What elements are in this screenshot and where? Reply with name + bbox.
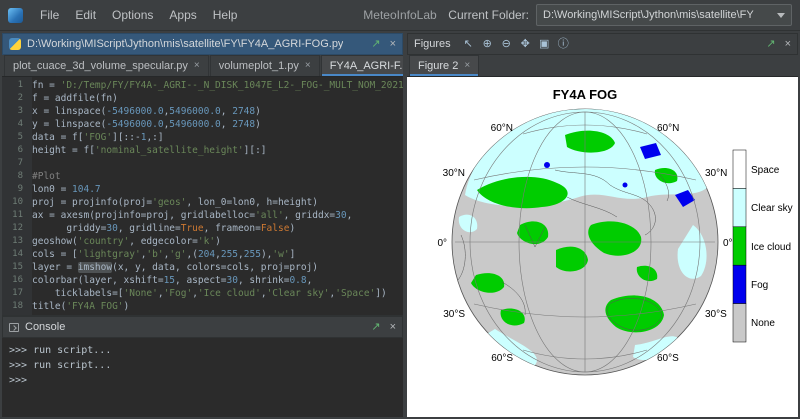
colorbar-label: None xyxy=(751,318,775,329)
editor-file-path: D:\Working\MIScript\Jython\mis\satellite… xyxy=(27,38,343,50)
close-panel-icon[interactable]: × xyxy=(390,322,396,333)
colorbar-segment xyxy=(733,188,746,226)
colorbar-segment xyxy=(733,227,746,265)
menu-edit[interactable]: Edit xyxy=(67,5,104,25)
code-line[interactable]: 1fn = 'D:/Temp/FY/FY4A-_AGRI--_N_DISK_10… xyxy=(2,79,403,92)
code-line[interactable]: 3x = linspace(-5496000.0,5496000.0, 2748… xyxy=(2,105,403,118)
python-file-icon xyxy=(9,38,21,50)
console-line: >>> xyxy=(9,373,396,388)
select-arrow-icon[interactable]: ↖ xyxy=(461,39,476,50)
tab-label: FY4A_AGRI-F... xyxy=(330,60,409,72)
figures-header: Figures ↖ ⊕ ⊖ ✥ ▣ ⓘ ↗ × xyxy=(407,33,798,55)
tab-volumeplot-1[interactable]: volumeplot_1.py × xyxy=(210,55,320,76)
tick-label: 30°N xyxy=(705,168,727,179)
menu-help[interactable]: Help xyxy=(205,5,246,25)
current-folder-combobox[interactable]: D:\Working\MIScript\Jython\mis\satellite… xyxy=(536,4,792,26)
zoom-in-icon[interactable]: ⊕ xyxy=(480,39,495,50)
code-line[interactable]: 7 xyxy=(2,157,403,170)
code-line[interactable]: 6height = f['nominal_satellite_height'][… xyxy=(2,144,403,157)
menu-apps[interactable]: Apps xyxy=(161,5,204,25)
menu-file[interactable]: File xyxy=(32,5,67,25)
code-line[interactable]: 17 ticklabels=['None','Fog','Ice cloud',… xyxy=(2,287,403,300)
close-panel-icon[interactable]: × xyxy=(785,39,791,50)
colorbar-segment xyxy=(733,265,746,303)
fy4a-fog-plot[interactable]: FY4A FOG xyxy=(407,77,796,417)
tick-label: 60°N xyxy=(657,123,679,134)
console-line: >>> run script... xyxy=(9,358,396,373)
editor-tabbar: plot_cuace_3d_volume_specular.py × volum… xyxy=(2,55,403,77)
code-line[interactable]: 11ax = axesm(projinfo=proj, gridlabelloc… xyxy=(2,209,403,222)
figures-toolbar: ↖ ⊕ ⊖ ✥ ▣ ⓘ xyxy=(461,39,571,50)
tab-figure-2[interactable]: Figure 2 × xyxy=(409,55,479,76)
menubar: File Edit Options Apps Help MeteoInfoLab… xyxy=(0,0,800,31)
colorbar-label: Fog xyxy=(751,280,768,291)
figures-tabbar: Figure 2 × xyxy=(407,55,798,77)
figure-title: FY4A FOG xyxy=(553,87,618,102)
console-icon xyxy=(9,323,19,332)
code-line[interactable]: 13geoshow('country', edgecolor='k') xyxy=(2,235,403,248)
close-icon[interactable]: × xyxy=(194,61,200,71)
console-header: Console ↗ × xyxy=(2,316,403,338)
colorbar-segment xyxy=(733,304,746,342)
colorbar-label: Clear sky xyxy=(751,203,793,214)
tick-label: 60°N xyxy=(491,123,513,134)
code-editor[interactable]: 1fn = 'D:/Temp/FY/FY4A-_AGRI--_N_DISK_10… xyxy=(2,77,403,315)
chevron-down-icon[interactable] xyxy=(777,13,785,18)
tab-label: volumeplot_1.py xyxy=(219,60,299,72)
console-line: >>> run script... xyxy=(9,343,396,358)
figure-canvas[interactable]: FY4A FOG xyxy=(407,77,798,417)
menu-options[interactable]: Options xyxy=(104,5,161,25)
code-line[interactable]: 18title('FY4A FOG') xyxy=(2,300,403,313)
tick-label: 30°S xyxy=(443,309,465,320)
code-lines: 1fn = 'D:/Temp/FY/FY4A-_AGRI--_N_DISK_10… xyxy=(2,79,403,313)
tick-label: 30°N xyxy=(443,168,465,179)
app-logo-icon xyxy=(8,8,23,23)
close-icon[interactable]: × xyxy=(464,61,470,71)
code-line[interactable]: 15layer = imshow(x, y, data, colors=cols… xyxy=(2,261,403,274)
tick-label: 60°S xyxy=(491,353,513,364)
current-folder-label: Current Folder: xyxy=(448,8,529,22)
tick-label: 60°S xyxy=(657,353,679,364)
zoom-out-icon[interactable]: ⊖ xyxy=(499,39,514,50)
close-panel-icon[interactable]: × xyxy=(390,39,396,50)
code-line[interactable]: 8#Plot xyxy=(2,170,403,183)
identify-icon[interactable]: ⓘ xyxy=(556,39,571,50)
code-line[interactable]: 12 griddy=30, gridline=True, frameon=Fal… xyxy=(2,222,403,235)
tick-label: 30°S xyxy=(705,309,727,320)
colorbar-label: Space xyxy=(751,165,780,176)
colorbar-segment xyxy=(733,150,746,188)
code-line[interactable]: 5data = f['FOG'][::-1,:] xyxy=(2,131,403,144)
console-output[interactable]: >>> run script...>>> run script...>>> xyxy=(2,338,403,417)
figures-panel: Figures ↖ ⊕ ⊖ ✥ ▣ ⓘ ↗ × Figure 2 × FY4A FOG xyxy=(407,33,798,417)
code-line[interactable]: 14cols = ['lightgray','b','g',(204,255,2… xyxy=(2,248,403,261)
current-folder-value: D:\Working\MIScript\Jython\mis\satellite… xyxy=(543,9,754,21)
colorbar-label: Ice cloud xyxy=(751,242,791,253)
float-panel-icon[interactable]: ↗ xyxy=(371,322,380,333)
editor-panel: D:\Working\MIScript\Jython\mis\satellite… xyxy=(2,33,403,315)
full-extent-icon[interactable]: ▣ xyxy=(537,39,552,50)
tab-plot-cuace-3d-volume-specular[interactable]: plot_cuace_3d_volume_specular.py × xyxy=(4,55,209,76)
console-panel: Console ↗ × >>> run script...>>> run scr… xyxy=(2,316,403,417)
figures-title: Figures xyxy=(414,38,451,50)
tab-label: plot_cuace_3d_volume_specular.py xyxy=(13,60,188,72)
editor-header: D:\Working\MIScript\Jython\mis\satellite… xyxy=(2,33,403,55)
console-title: Console xyxy=(25,321,65,333)
tick-label: 0° xyxy=(723,238,733,249)
code-line[interactable]: 2f = addfile(fn) xyxy=(2,92,403,105)
code-line[interactable]: 4y = linspace(-5496000.0,5496000.0, 2748… xyxy=(2,118,403,131)
tab-label: Figure 2 xyxy=(418,60,458,72)
close-icon[interactable]: × xyxy=(305,61,311,71)
float-panel-icon[interactable]: ↗ xyxy=(371,39,380,50)
code-line[interactable]: 9lon0 = 104.7 xyxy=(2,183,403,196)
pan-icon[interactable]: ✥ xyxy=(518,39,533,50)
code-line[interactable]: 10proj = projinfo(proj='geos', lon_0=lon… xyxy=(2,196,403,209)
code-line[interactable]: 16colorbar(layer, xshift=15, aspect=30, … xyxy=(2,274,403,287)
float-panel-icon[interactable]: ↗ xyxy=(766,39,775,50)
tick-label: 0° xyxy=(437,238,447,249)
